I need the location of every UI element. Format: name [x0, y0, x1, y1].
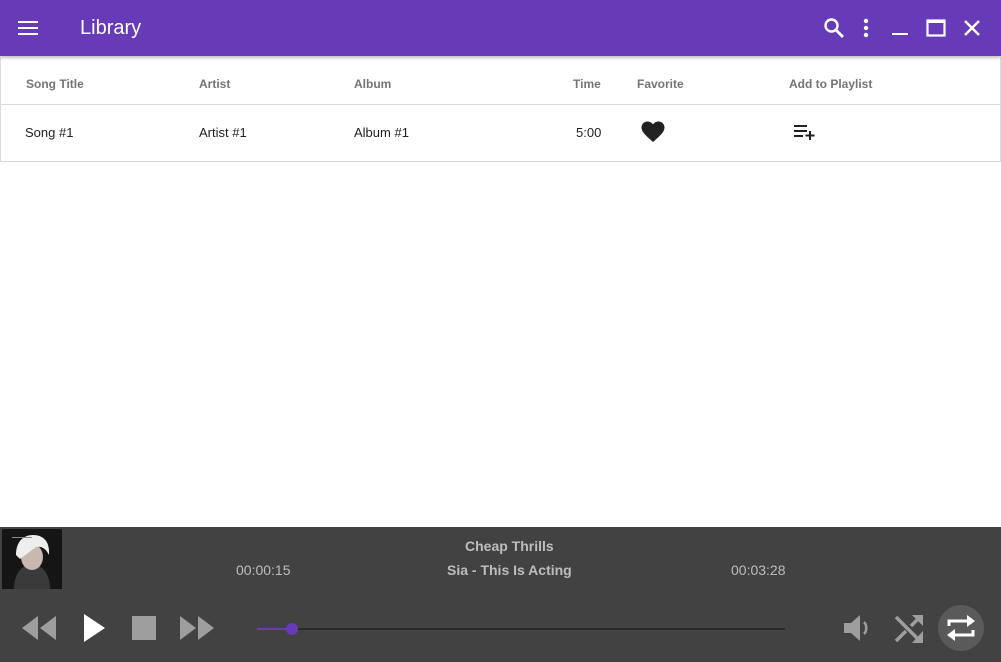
column-header-song-title[interactable]: Song Title	[26, 77, 84, 91]
column-header-artist[interactable]: Artist	[199, 77, 230, 91]
column-header-album[interactable]: Album	[354, 77, 391, 91]
playlist-add-icon[interactable]	[794, 124, 816, 143]
page-title: Library	[80, 17, 142, 39]
favorite-heart-icon[interactable]	[641, 121, 665, 146]
shuffle-icon[interactable]	[891, 611, 927, 645]
close-icon[interactable]	[958, 14, 986, 42]
elapsed-time: 00:00:15	[236, 562, 291, 578]
play-icon[interactable]	[80, 612, 108, 644]
app-bar: Library	[0, 0, 1001, 56]
album-cell: Album #1	[354, 125, 409, 140]
player-bar: Cheap Thrills Sia - This Is Acting 00:00…	[0, 527, 1001, 662]
song-title: Cheap Thrills	[465, 538, 554, 554]
song-title-cell: Song #1	[25, 125, 74, 140]
fast-forward-icon[interactable]	[178, 613, 216, 643]
volume-icon[interactable]	[840, 611, 874, 645]
more-vert-icon[interactable]	[852, 14, 880, 42]
column-header-add-to-playlist: Add to Playlist	[789, 77, 873, 91]
rewind-icon[interactable]	[20, 613, 58, 643]
seek-bar[interactable]	[257, 623, 785, 635]
repeat-icon[interactable]	[938, 605, 984, 651]
minimize-icon[interactable]	[886, 14, 914, 42]
column-header-favorite: Favorite	[637, 77, 684, 91]
album-cover	[2, 529, 62, 589]
search-icon[interactable]	[820, 14, 848, 42]
time-cell: 5:00	[576, 125, 602, 140]
menu-icon[interactable]	[14, 14, 42, 42]
artist-album: Sia - This Is Acting	[447, 562, 572, 578]
table-header: Song Title Artist Album Time Favorite Ad…	[1, 57, 1000, 105]
total-time: 00:03:28	[731, 562, 786, 578]
stop-icon[interactable]	[130, 614, 158, 642]
column-header-time[interactable]: Time	[573, 77, 601, 91]
artist-cell: Artist #1	[199, 125, 247, 140]
table-row[interactable]: Song #1 Artist #1 Album #1 5:00	[1, 105, 1000, 161]
maximize-icon[interactable]	[922, 14, 950, 42]
song-table: Song Title Artist Album Time Favorite Ad…	[0, 57, 1001, 162]
seek-thumb[interactable]	[285, 623, 298, 635]
